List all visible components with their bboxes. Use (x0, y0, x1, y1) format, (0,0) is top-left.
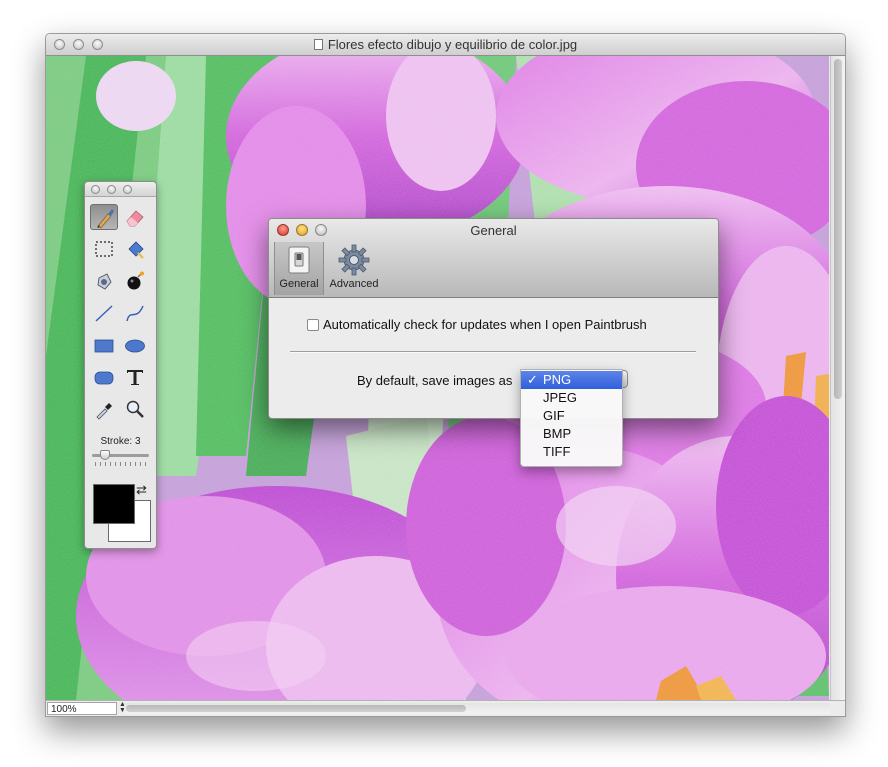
tab-general-label: General (279, 278, 319, 290)
ellipse-tool[interactable] (121, 332, 149, 358)
curve-tool[interactable] (121, 300, 149, 326)
ink-bottle-icon (97, 273, 112, 290)
line-icon (95, 305, 113, 322)
window-title: Flores efecto dibujo y equilibrio de col… (46, 37, 845, 52)
menu-item-jpeg[interactable]: JPEG (521, 389, 622, 407)
preferences-window: General General Advanced Automatically c… (268, 218, 719, 419)
preferences-toolbar: General General Advanced (269, 219, 718, 298)
zoom-tool[interactable] (121, 396, 149, 422)
brush-tool[interactable] (90, 204, 118, 230)
eyedropper-tool[interactable] (90, 396, 118, 422)
eyedropper-icon (96, 403, 112, 420)
rectangle-tool[interactable] (90, 332, 118, 358)
swap-colors-icon[interactable]: ⇄ (136, 483, 147, 496)
paint-bucket-icon (128, 241, 144, 259)
auto-update-label: Automatically check for updates when I o… (323, 317, 647, 332)
text-tool[interactable] (121, 364, 149, 390)
stroke-slider-knob[interactable] (100, 450, 110, 460)
line-tool[interactable] (90, 300, 118, 326)
rounded-rectangle-icon (94, 371, 114, 385)
bomb-tool[interactable] (121, 268, 149, 294)
menu-item-png[interactable]: ✓ PNG (521, 371, 622, 389)
fill-tool[interactable] (121, 236, 149, 262)
menu-item-gif[interactable]: GIF (521, 407, 622, 425)
window-titlebar[interactable]: Flores efecto dibujo y equilibrio de col… (46, 34, 845, 56)
slider-ticks (95, 462, 147, 466)
save-format-menu: ✓ PNG JPEG GIF BMP TIFF (520, 369, 623, 467)
text-icon (127, 370, 143, 385)
gear-icon (338, 244, 370, 276)
ink-tool[interactable] (90, 268, 118, 294)
window-title-text: Flores efecto dibujo y equilibrio de col… (327, 37, 578, 52)
menu-item-bmp[interactable]: BMP (521, 425, 622, 443)
menu-item-tiff[interactable]: TIFF (521, 443, 622, 461)
tools-palette: Stroke: 3 ⇄ (84, 181, 157, 549)
auto-update-row[interactable]: Automatically check for updates when I o… (307, 317, 647, 332)
curve-icon (126, 305, 144, 322)
palette-minimize-button[interactable] (107, 185, 116, 194)
paintbrush-icon (97, 209, 114, 229)
tab-advanced-label: Advanced (329, 278, 379, 290)
stroke-slider[interactable] (92, 450, 149, 460)
rectangle-icon (94, 339, 114, 353)
bomb-icon (127, 271, 144, 290)
rounded-rect-tool[interactable] (90, 364, 118, 390)
magnifier-icon (126, 400, 144, 418)
switch-icon (288, 246, 310, 274)
ellipse-icon (125, 339, 145, 353)
document-icon (313, 39, 323, 50)
tab-advanced[interactable]: Advanced (325, 242, 383, 295)
auto-update-checkbox[interactable] (307, 319, 319, 331)
checkmark-icon: ✓ (527, 372, 538, 387)
vertical-scrollbar[interactable] (830, 56, 845, 700)
marquee-icon (95, 241, 113, 257)
eraser-tool[interactable] (121, 204, 149, 230)
palette-close-button[interactable] (91, 185, 100, 194)
selection-tool[interactable] (90, 236, 118, 262)
palette-titlebar[interactable] (85, 182, 156, 197)
foreground-color-swatch[interactable] (93, 484, 135, 524)
vertical-scroll-thumb[interactable] (834, 59, 842, 399)
tab-general[interactable]: General (274, 242, 324, 295)
divider (290, 351, 696, 353)
preferences-title: General (470, 223, 517, 238)
stroke-label: Stroke: 3 (100, 436, 141, 447)
zoom-level-field[interactable]: 100% (47, 702, 117, 715)
horizontal-scroll-thumb[interactable] (126, 705, 466, 712)
eraser-icon (126, 210, 144, 227)
save-format-label: By default, save images as (357, 373, 513, 388)
palette-zoom-button[interactable] (123, 185, 132, 194)
status-bar: 100% ▲ ▼ (46, 700, 845, 716)
horizontal-scrollbar[interactable] (124, 703, 830, 714)
